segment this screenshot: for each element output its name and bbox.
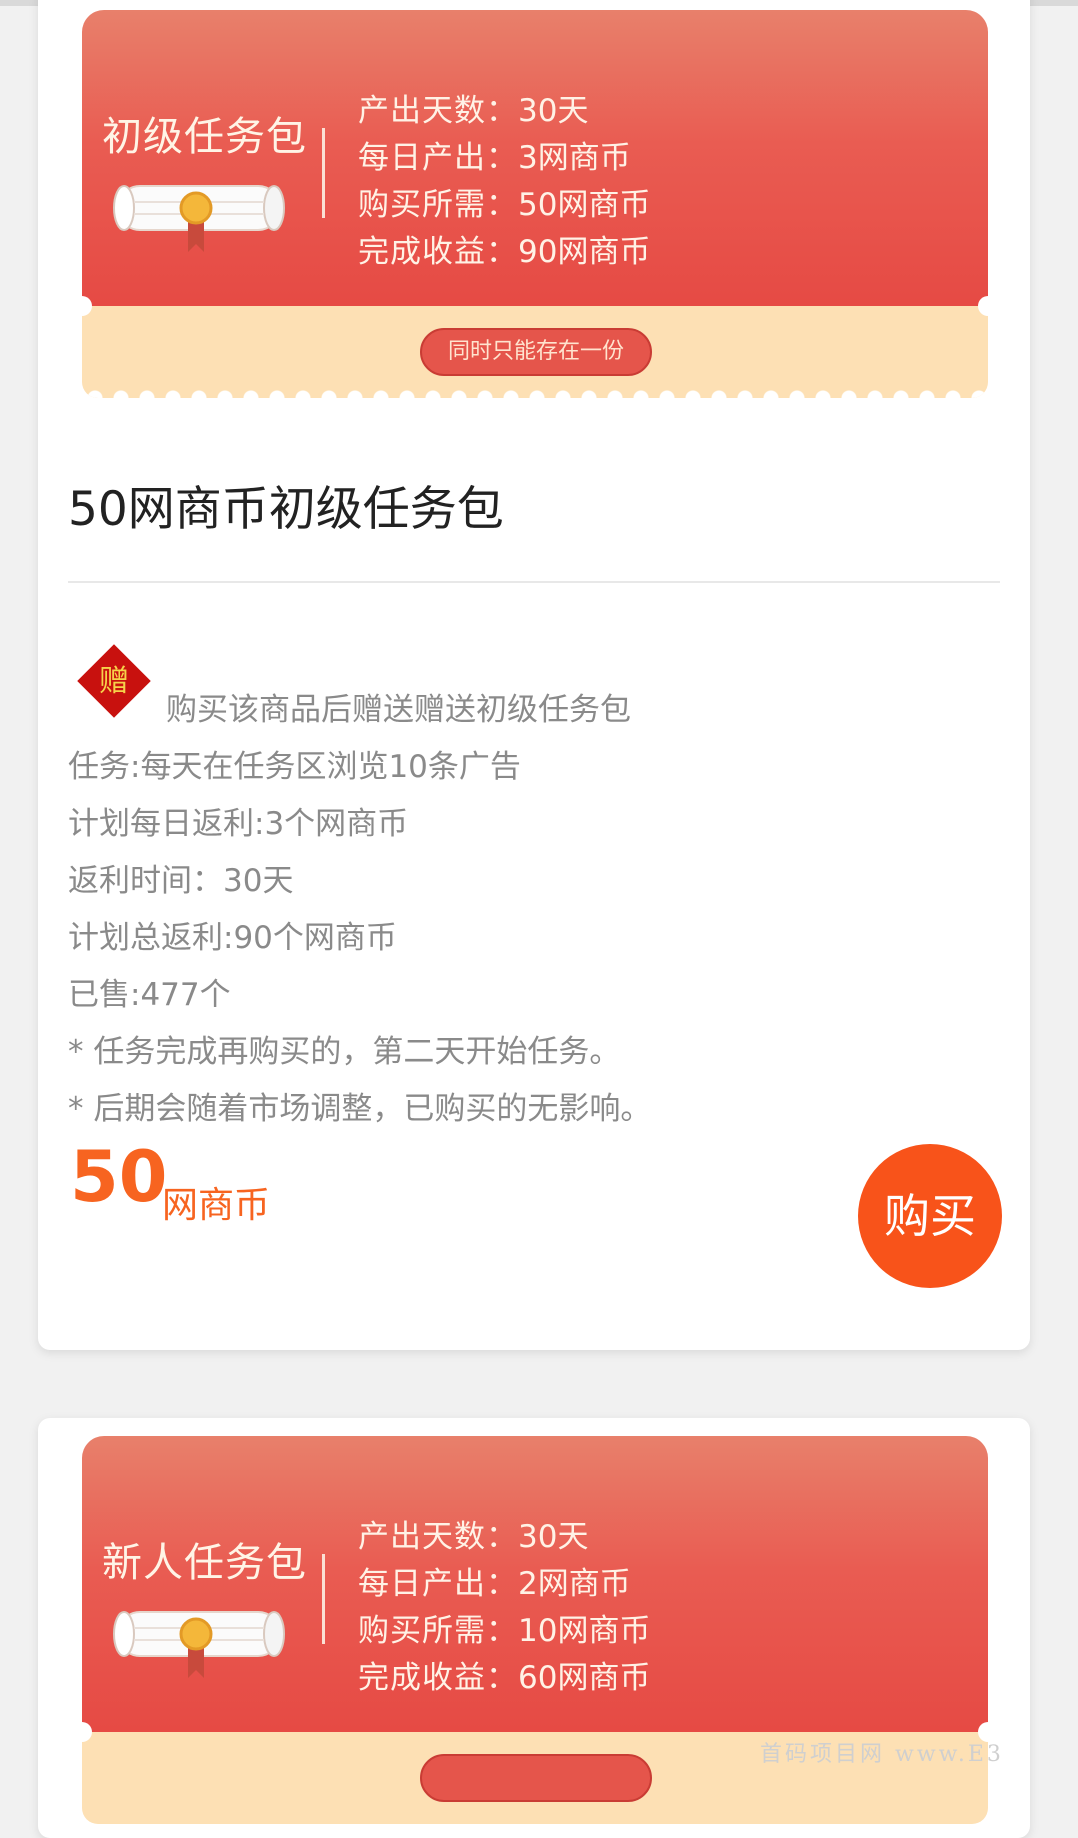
product-title: 50网商币初级任务包 (68, 482, 504, 537)
info-daily-output: 每日产出：3网商币 (358, 140, 631, 176)
info-days: 产出天数：30天 (358, 1519, 589, 1555)
watermark: 首码项目网 www.E3 (760, 1742, 1004, 1767)
ticket-notch-left (72, 296, 92, 316)
single-limit-badge (420, 1754, 652, 1802)
scroll-certificate-icon (113, 1611, 285, 1678)
desc-total-rebate: 计划总返利:90个网商币 (68, 920, 397, 956)
info-cost: 购买所需：50网商币 (358, 187, 651, 223)
gift-description: 购买该商品后赠送赠送初级任务包 (166, 692, 631, 728)
banner-divider (322, 1554, 325, 1644)
package-info: 产出天数：30天 每日产出：3网商币 购买所需：50网商币 完成收益：90网商币 (358, 88, 650, 276)
info-daily-output: 每日产出：2网商币 (358, 1566, 631, 1602)
desc-rebate-time: 返利时间：30天 (68, 863, 294, 899)
ticket-notch-left (72, 1722, 92, 1742)
banner-footer: 同时只能存在一份 (82, 306, 988, 398)
product-card-beginner: 同时只能存在一份 初级任务包 产出天数：30天 每日产出：3网商币 购买所需：5… (38, 0, 1030, 1350)
scalloped-edge (82, 390, 988, 398)
package-name: 初级任务包 (102, 114, 307, 160)
single-limit-badge: 同时只能存在一份 (420, 328, 652, 376)
scroll-certificate-icon (113, 185, 285, 252)
gift-char: 赠 (99, 664, 129, 699)
info-total-income: 完成收益：90网商币 (358, 234, 651, 270)
price-value: 50 (70, 1136, 168, 1218)
divider (68, 581, 1000, 583)
desc-daily-rebate: 计划每日返利:3个网商币 (68, 806, 409, 842)
desc-note-1: * 任务完成再购买的，第二天开始任务。 (68, 1034, 621, 1070)
desc-task: 任务:每天在任务区浏览10条广告 (68, 749, 521, 785)
price-unit: 网商币 (162, 1185, 271, 1226)
ticket-notch-right (978, 296, 998, 316)
product-card-newbie: 新人任务包 产出天数：30天 每日产出：2网商币 购买所需：10网商币 完成收益… (38, 1418, 1030, 1838)
info-total-income: 完成收益：60网商币 (358, 1660, 651, 1696)
info-days: 产出天数：30天 (358, 93, 589, 129)
info-cost: 购买所需：10网商币 (358, 1613, 651, 1649)
desc-note-2: * 后期会随着市场调整，已购买的无影响。 (68, 1091, 652, 1127)
desc-sold-count: 已售:477个 (68, 977, 231, 1013)
buy-button[interactable]: 购买 (858, 1144, 1002, 1288)
gift-icon: 赠 (77, 644, 151, 718)
banner-divider (322, 128, 325, 218)
package-info: 产出天数：30天 每日产出：2网商币 购买所需：10网商币 完成收益：60网商币 (358, 1514, 650, 1702)
package-name: 新人任务包 (102, 1540, 307, 1586)
